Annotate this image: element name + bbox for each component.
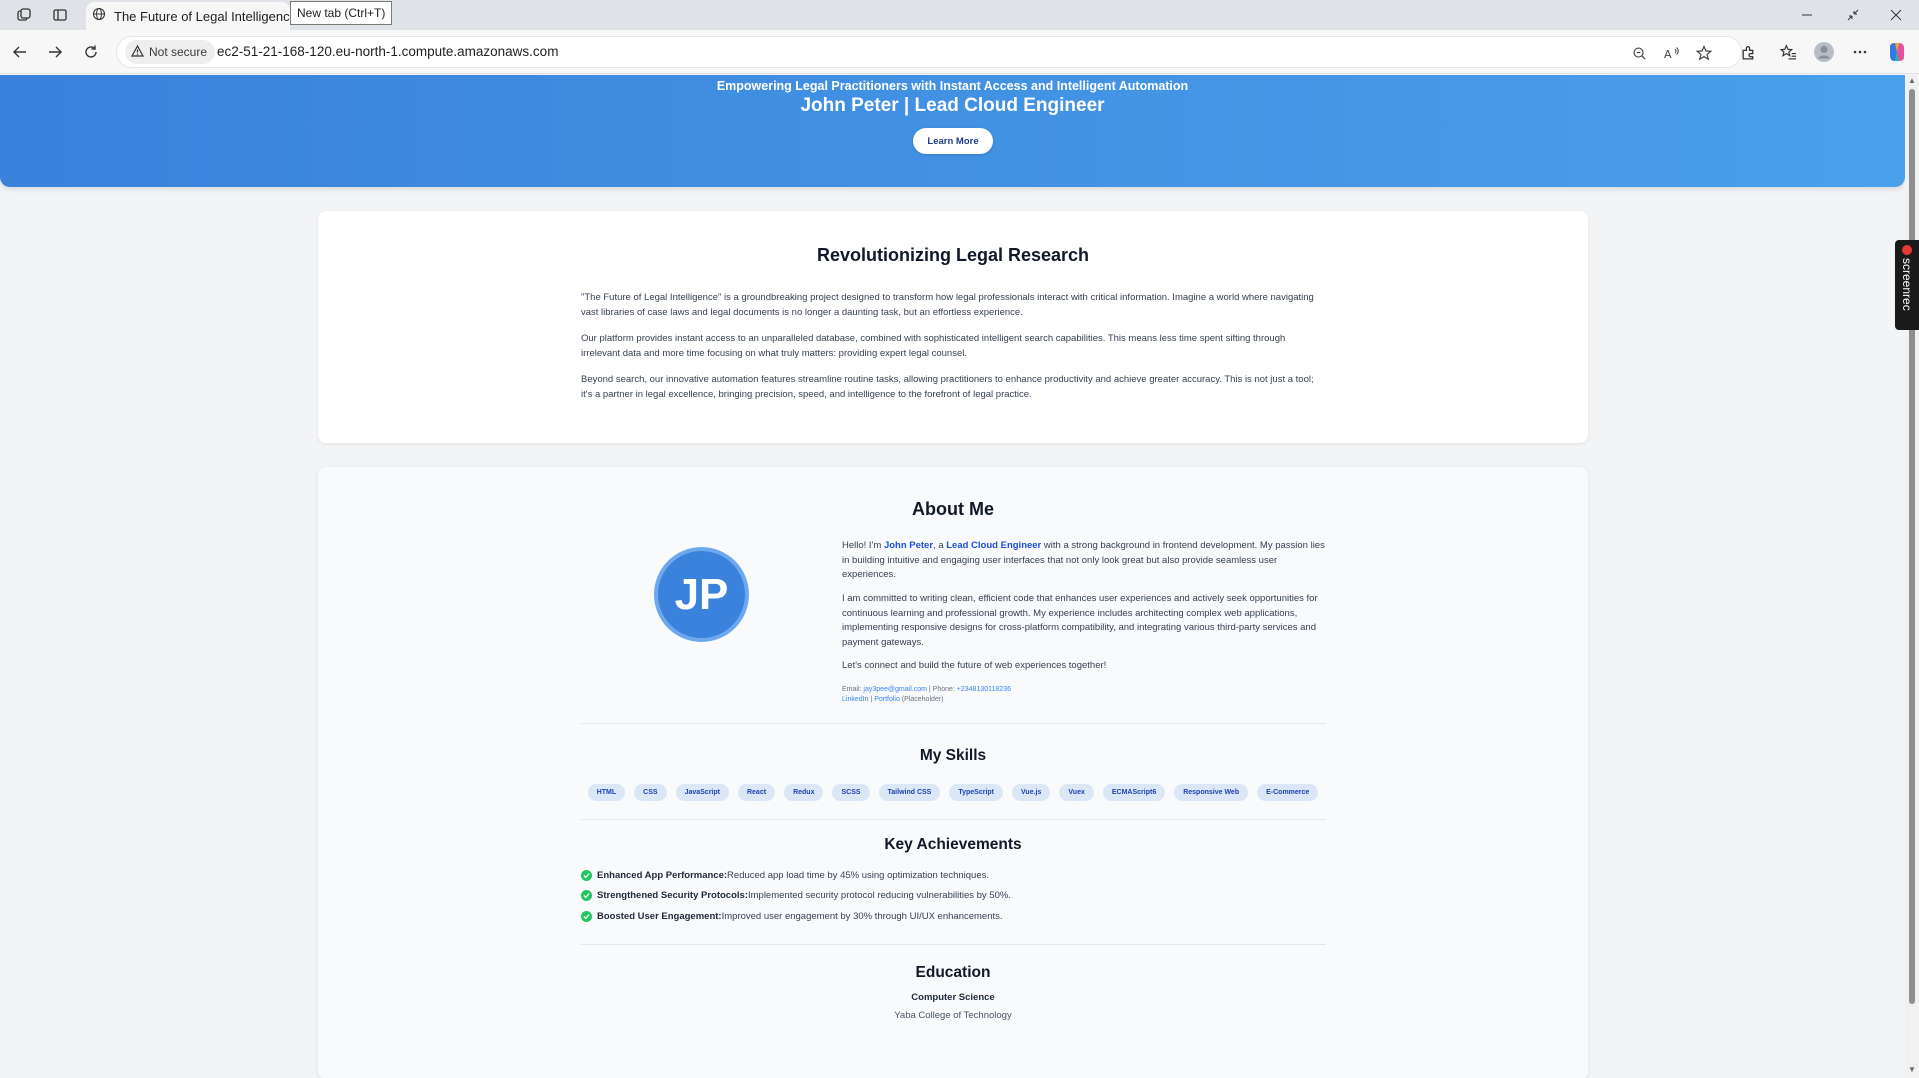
about-text: , a [933,540,947,551]
vertical-tabs-icon[interactable] [50,5,70,25]
tab-title: The Future of Legal Intelligence [114,8,297,24]
contact-line: Email: jay3pee@gmail.com | Phone: +23481… [842,685,1011,695]
portfolio-link[interactable]: Portfolio [874,696,900,703]
minimize-icon[interactable] [1784,0,1830,30]
achievement-title: Boosted User Engagement: [597,911,722,922]
restore-icon[interactable] [1830,0,1876,30]
education-degree: Computer Science [911,992,995,1003]
skill-tag: Vuex [1059,784,1094,801]
screenrec-widget[interactable]: screenrec [1895,240,1919,330]
intro-heading: Revolutionizing Legal Research [816,245,1090,265]
avatar: JP [654,547,749,642]
page-scrollbar[interactable]: ▲ ▼ [1905,75,1919,1078]
copilot-icon[interactable] [1885,40,1909,64]
browser-toolbar: Not secure ec2-51-21-168-120.eu-north-1.… [0,30,1919,74]
skill-tag: SCSS [832,784,870,801]
refresh-icon[interactable] [79,40,103,64]
skill-tag: HTML [587,784,626,801]
skill-tag: Vue.js [1012,784,1051,801]
back-arrow-icon[interactable] [8,40,32,64]
globe-icon [92,7,106,26]
security-label: Not secure [149,45,208,59]
favorites-icon[interactable] [1776,40,1800,64]
record-dot-icon [1902,245,1912,255]
section-divider [581,723,1326,724]
skills-list: HTML CSS JavaScript React Redux SCSS Tai… [318,784,1588,801]
achievement-text: Implemented security protocol reducing v… [747,890,1011,901]
favorite-star-icon[interactable] [1694,43,1714,63]
security-indicator[interactable]: Not secure [125,40,216,64]
about-paragraph-2: I am committed to writing clean, efficie… [842,593,1318,648]
about-role: Lead Cloud Engineer [946,540,1042,551]
achievement-text: Improved user engagement by 30% through … [721,911,1003,922]
placeholder-note: (Placeholder) [899,696,944,703]
more-menu-icon[interactable] [1848,40,1872,64]
svg-text:A: A [1664,48,1672,61]
intro-paragraph-1: "The Future of Legal Intelligence" is a … [581,292,1314,318]
skill-tag: ECMAScript6 [1102,784,1166,801]
scroll-up-icon[interactable]: ▲ [1908,77,1916,85]
check-circle-icon [581,911,592,922]
achievements-heading: Key Achievements [884,836,1022,853]
education-school: Yaba College of Technology [894,1010,1012,1021]
education-heading: Education [915,964,991,981]
hero-subtitle: Empowering Legal Practitioners with Inst… [716,79,1189,93]
skills-heading: My Skills [919,747,987,764]
achievement-item: Boosted User Engagement: Improved user en… [581,911,1003,922]
zoom-icon[interactable] [1629,43,1649,63]
about-card: About Me JP Hello! I'm John Peter, a Lea… [318,467,1588,1078]
forward-arrow-icon[interactable] [43,40,67,64]
skill-tag: React [737,784,776,801]
skill-tag: TypeScript [949,784,1004,801]
url-text[interactable]: ec2-51-21-168-120.eu-north-1.compute.ama… [217,44,558,59]
learn-more-button[interactable]: Learn More [913,128,993,154]
active-tab[interactable]: The Future of Legal Intelligence [86,2,297,30]
skill-tag: Redux [784,784,824,801]
email-label: Email: [842,686,864,693]
section-divider [581,944,1326,945]
skill-tag: E-Commerce [1257,784,1319,801]
page-viewport: Empowering Legal Practitioners with Inst… [0,75,1905,1078]
skill-tag: Tailwind CSS [878,784,941,801]
intro-paragraph-3: Beyond search, our innovative automation… [581,374,1314,400]
about-text: Hello! I'm [842,540,884,551]
phone-label: | Phone: [926,686,957,693]
intro-paragraph-2: Our platform provides instant access to … [581,333,1286,359]
skill-tag: Responsive Web [1174,784,1249,801]
warning-icon [130,44,145,60]
close-window-icon[interactable] [1873,0,1919,30]
screenrec-label: screenrec [1900,258,1914,311]
email-link[interactable]: jay3pee@gmail.com [863,686,927,693]
about-heading: About Me [912,499,994,519]
read-aloud-icon[interactable]: A [1662,43,1682,63]
achievement-item: Strengthened Security Protocols: Implemen… [581,890,1011,901]
achievement-title: Strengthened Security Protocols: [597,890,748,901]
workspaces-icon[interactable] [14,5,34,25]
achievement-title: Enhanced App Performance: [597,870,728,881]
about-paragraph-3: Let's connect and build the future of we… [842,660,1107,671]
new-tab-tooltip: New tab (Ctrl+T) [290,1,393,25]
scroll-down-icon[interactable]: ▼ [1908,1066,1916,1074]
extensions-icon[interactable] [1736,40,1760,64]
achievement-text: Reduced app load time by 45% using optim… [727,870,989,881]
hero-banner: Empowering Legal Practitioners with Inst… [0,75,1905,187]
scrollbar-thumb[interactable] [1909,89,1915,1004]
phone-link[interactable]: +2348130118236 [957,686,1011,693]
achievement-item: Enhanced App Performance: Reduced app loa… [581,870,989,881]
intro-card: Revolutionizing Legal Research "The Futu… [318,211,1588,443]
hero-title: John Peter | Lead Cloud Engineer [800,95,1105,116]
links-line: LinkedIn | Portfolio (Placeholder) [842,695,943,705]
about-name: John Peter [883,540,934,551]
profile-avatar-icon[interactable] [1812,40,1836,64]
skill-tag: JavaScript [675,784,729,801]
check-circle-icon [581,890,592,901]
linkedin-link[interactable]: LinkedIn [842,696,868,703]
browser-titlebar: The Future of Legal Intelligence New tab… [0,0,1919,30]
section-divider [581,819,1326,820]
skill-tag: CSS [634,784,667,801]
about-paragraph-1: Hello! I'm John Peter, a Lead Cloud Engi… [842,539,1326,583]
check-circle-icon [581,870,592,881]
address-bar[interactable]: Not secure ec2-51-21-168-120.eu-north-1.… [116,36,1742,68]
